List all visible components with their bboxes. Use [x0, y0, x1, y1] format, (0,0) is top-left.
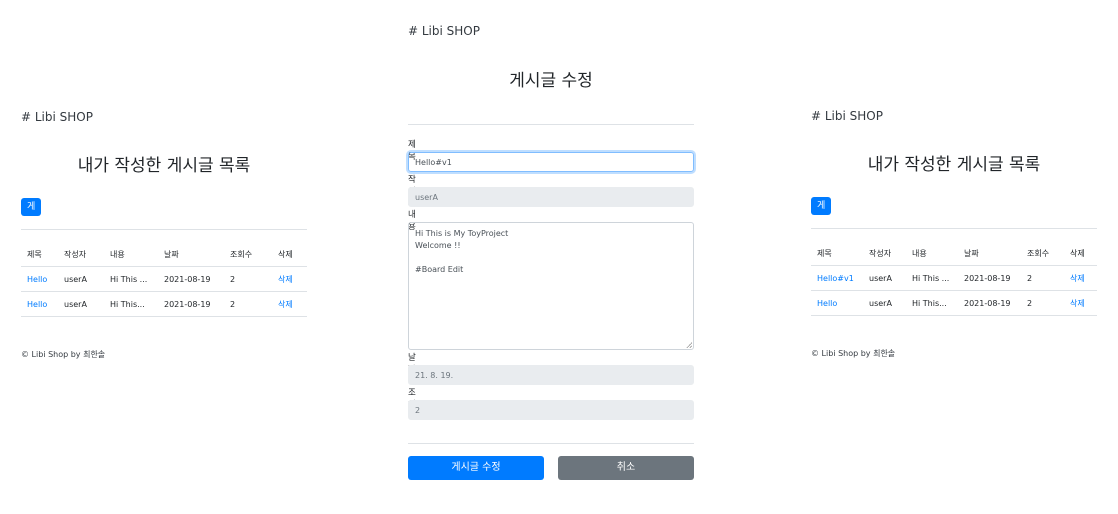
column-header-author: 작성자 — [863, 241, 906, 266]
views-input: 2 — [408, 400, 694, 420]
post-views: 2 — [1021, 265, 1064, 291]
author-input-value: userA — [415, 192, 438, 202]
post-title-link[interactable]: Hello — [21, 291, 58, 317]
views-input-value: 2 — [415, 405, 421, 415]
column-header-title: 제목 — [21, 242, 58, 267]
post-views: 2 — [224, 266, 272, 292]
column-header-content: 내용 — [104, 242, 158, 267]
delete-link[interactable]: 삭제 — [272, 266, 307, 292]
table-header-row: 제목 작성자 내용 날짜 조회수 삭제 — [21, 242, 307, 267]
divider — [21, 229, 307, 230]
column-header-views: 조회수 — [224, 242, 272, 267]
footer-text: © Libi Shop by 최한솔 — [811, 349, 896, 358]
column-header-delete: 삭제 — [272, 242, 307, 267]
column-header-title: 제목 — [811, 241, 863, 266]
column-header-date: 날짜 — [958, 241, 1021, 266]
table-row: Hello userA Hi This... 2021-08-19 2 삭제 — [811, 290, 1097, 316]
post-title-link[interactable]: Hello — [811, 290, 863, 316]
delete-link[interactable]: 삭제 — [1064, 265, 1097, 291]
post-date: 2021-08-19 — [958, 290, 1021, 316]
divider — [811, 228, 1097, 229]
author-input: userA — [408, 187, 694, 207]
submit-edit-button[interactable]: 게시글 수정 — [408, 456, 544, 480]
brand-link[interactable]: # Libi SHOP — [21, 110, 93, 124]
post-table: 제목 작성자 내용 날짜 조회수 삭제 Hello userA Hi This … — [21, 242, 307, 317]
post-title-link[interactable]: Hello#v1 — [811, 265, 863, 291]
column-header-date: 날짜 — [158, 242, 224, 267]
brand-link[interactable]: # Libi SHOP — [408, 24, 480, 38]
post-date: 2021-08-19 — [158, 266, 224, 292]
title-input[interactable]: Hello#v1 — [408, 152, 694, 172]
post-author: userA — [58, 291, 104, 317]
resize-handle-icon[interactable] — [686, 342, 692, 348]
post-author: userA — [58, 266, 104, 292]
table-row: Hello userA Hi This ... 2021-08-19 2 삭제 — [21, 266, 307, 292]
column-header-content: 내용 — [906, 241, 958, 266]
post-views: 2 — [224, 291, 272, 317]
cancel-button[interactable]: 취소 — [558, 456, 694, 480]
content-textarea[interactable]: Hi This is My ToyProject Welcome !! #Boa… — [408, 222, 694, 350]
date-input-value: 21. 8. 19. — [415, 370, 454, 380]
board-button[interactable]: 게시판 — [21, 198, 42, 248]
post-views: 2 — [1021, 290, 1064, 316]
column-header-views: 조회수 — [1021, 241, 1064, 266]
page-title: 게시글 수정 — [509, 71, 593, 91]
post-date: 2021-08-19 — [158, 291, 224, 317]
page-title: 내가 작성한 게시글 목록 — [867, 155, 1041, 175]
divider — [408, 124, 694, 125]
table-row: Hello userA Hi This... 2021-08-19 2 삭제 — [21, 291, 307, 317]
brand-link[interactable]: # Libi SHOP — [811, 109, 883, 123]
divider — [408, 443, 694, 444]
post-content: Hi This... — [104, 291, 158, 317]
table-header-row: 제목 작성자 내용 날짜 조회수 삭제 — [811, 241, 1097, 266]
footer-text: © Libi Shop by 최한솔 — [21, 350, 106, 359]
delete-link[interactable]: 삭제 — [272, 291, 307, 317]
column-header-author: 작성자 — [58, 242, 104, 267]
page-title: 내가 작성한 게시글 목록 — [77, 156, 251, 176]
delete-link[interactable]: 삭제 — [1064, 290, 1097, 316]
post-content: Hi This... — [906, 290, 958, 316]
content-textarea-value: Hi This is My ToyProject Welcome !! #Boa… — [415, 229, 509, 274]
column-header-delete: 삭제 — [1064, 241, 1097, 266]
post-author: userA — [863, 265, 906, 291]
board-button[interactable]: 게시판 — [811, 197, 832, 247]
date-input: 21. 8. 19. — [408, 365, 694, 385]
post-table: 제목 작성자 내용 날짜 조회수 삭제 Hello#v1 userA Hi Th… — [811, 241, 1097, 316]
post-content: Hi This ... — [104, 266, 158, 292]
table-row: Hello#v1 userA Hi This ... 2021-08-19 2 … — [811, 265, 1097, 291]
title-input-value: Hello#v1 — [415, 157, 452, 167]
post-title-link[interactable]: Hello — [21, 266, 58, 292]
post-content: Hi This ... — [906, 265, 958, 291]
post-author: userA — [863, 290, 906, 316]
post-date: 2021-08-19 — [958, 265, 1021, 291]
